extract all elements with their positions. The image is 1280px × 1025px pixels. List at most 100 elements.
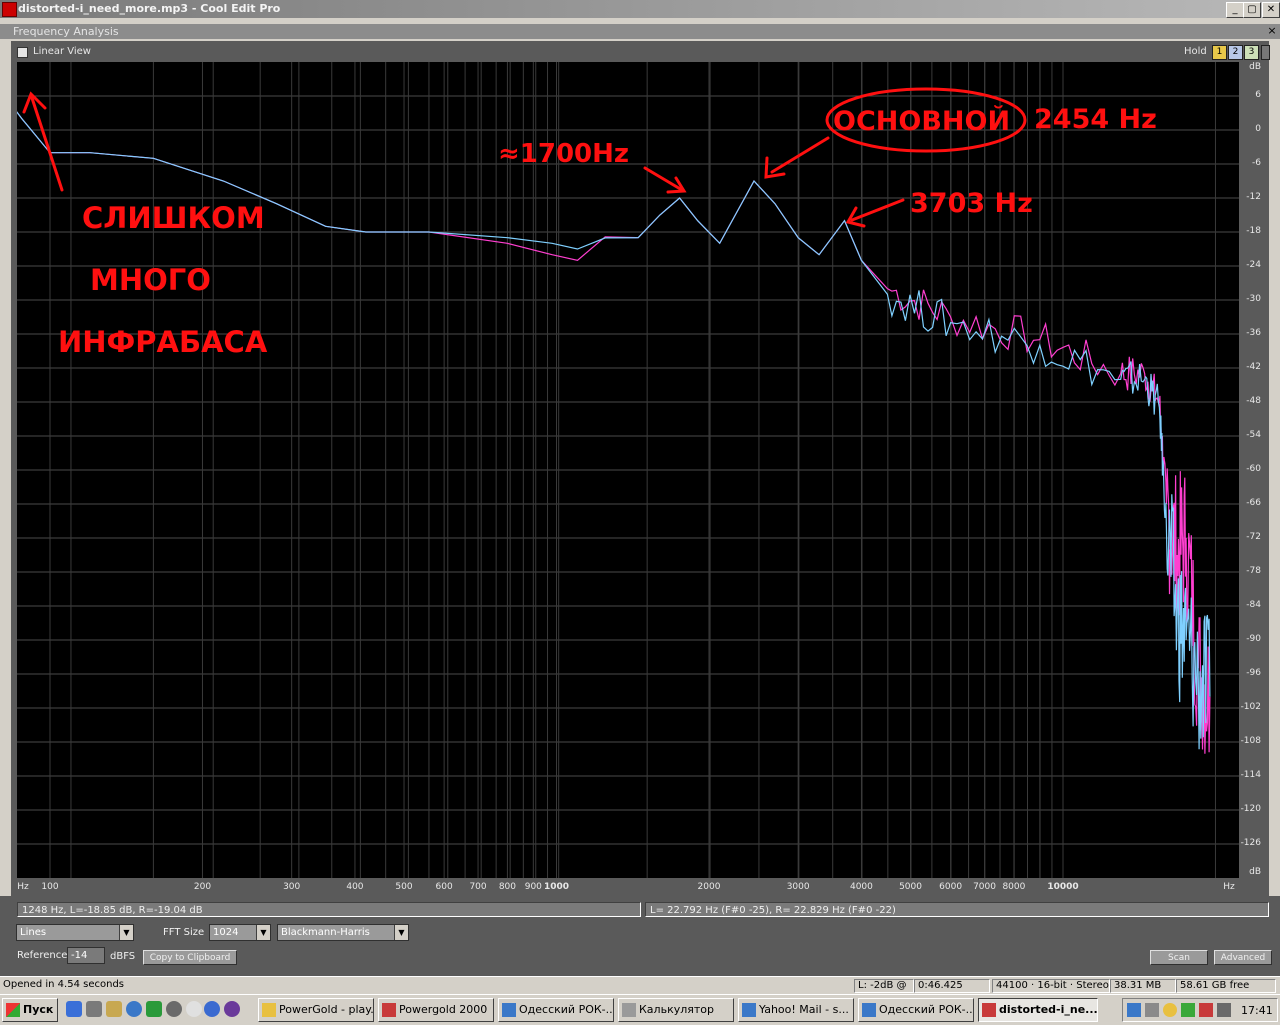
status-format: 44100 · 16-bit · Stereo (992, 979, 1110, 993)
task-powergold-play[interactable]: PowerGold - play... (258, 998, 374, 1022)
quicklaunch-search-icon[interactable] (166, 1001, 182, 1017)
x-tick-label: 300 (283, 882, 301, 892)
x-tick-label: 200 (193, 882, 212, 892)
task-powergold-2000[interactable]: Powergold 2000 (378, 998, 494, 1022)
x-tick-label: 5000 (899, 882, 922, 892)
clock: 17:41 (1241, 1004, 1273, 1017)
x-tick-label: 2000 (697, 882, 721, 892)
system-tray: 17:41 (1122, 998, 1278, 1022)
quicklaunch-clock-icon[interactable] (186, 1001, 202, 1017)
graph-top-strip: Linear View Hold (11, 41, 1269, 62)
status-message: Opened in 4.54 seconds (3, 979, 125, 990)
cool-edit-icon (982, 1003, 996, 1017)
panel-caption: Frequency Analysis (0, 24, 1280, 39)
x-tick-label: 10000 (1047, 882, 1079, 892)
tray-network-icon[interactable] (1127, 1003, 1141, 1017)
start-button[interactable]: Пуск (2, 998, 58, 1022)
tray-app-icon[interactable] (1181, 1003, 1195, 1017)
x-tick-label: 400 (346, 882, 364, 892)
copy-to-clipboard-button[interactable]: Copy to Clipboard (143, 950, 237, 965)
folder-icon (262, 1003, 276, 1017)
scan-button[interactable]: Scan (1150, 950, 1208, 965)
y-tick-label: -78 (1246, 566, 1261, 576)
linear-view-checkbox[interactable] (17, 47, 28, 58)
tray-smiley-icon[interactable] (1163, 1003, 1177, 1017)
hold-1-button[interactable]: 1 (1212, 45, 1227, 60)
quicklaunch-internet-icon[interactable] (224, 1001, 240, 1017)
y-tick-label: -72 (1246, 532, 1261, 542)
tray-volume-icon[interactable] (1145, 1003, 1159, 1017)
y-tick-label: dB (1249, 867, 1261, 877)
window-function-select[interactable]: Blackmann-Harris ▼ (277, 924, 409, 941)
y-tick-label: 6 (1255, 90, 1261, 100)
quicklaunch-browser-icon[interactable] (126, 1001, 142, 1017)
peak-readout: L= 22.792 Hz (F#0 -25), R= 22.829 Hz (F#… (645, 902, 1269, 917)
x-tick-label: Hz (17, 882, 29, 892)
windows-logo-icon (6, 1003, 20, 1017)
taskbar: Пуск PowerGold - play... Powergold 2000 … (0, 994, 1280, 1025)
reference-input[interactable]: -14 (67, 947, 105, 964)
chevron-down-icon[interactable]: ▼ (119, 925, 133, 940)
status-free-space: 58.61 GB free (1176, 979, 1276, 993)
quicklaunch-player-icon[interactable] (204, 1001, 220, 1017)
y-tick-label: -48 (1246, 396, 1261, 406)
chevron-down-icon[interactable]: ▼ (256, 925, 270, 940)
dbfs-label: dBFS (110, 951, 136, 962)
tray-shield-icon[interactable] (1199, 1003, 1213, 1017)
chevron-down-icon[interactable]: ▼ (394, 925, 408, 940)
fft-size-label: FFT Size (163, 927, 205, 938)
task-label: PowerGold - play... (279, 1003, 374, 1016)
x-tick-label: 900 (524, 882, 542, 892)
x-axis: Hz 100 200 300 400 500 600 700 800 900 1000 2000 300… (11, 878, 1269, 896)
maximize-button[interactable]: ▢ (1243, 2, 1261, 18)
spectrum-series-line (17, 111, 1211, 754)
y-tick-label: -102 (1240, 702, 1261, 712)
y-tick-label: -90 (1246, 634, 1261, 644)
minimize-button[interactable]: _ (1226, 2, 1244, 18)
task-label: distorted-i_ne... (999, 1003, 1098, 1016)
y-tick-label: -120 (1240, 804, 1261, 814)
advanced-button[interactable]: Advanced (1214, 950, 1272, 965)
start-label: Пуск (23, 1003, 54, 1016)
hold-3-button[interactable]: 3 (1244, 45, 1259, 60)
spectrum-plot[interactable] (17, 62, 1239, 878)
grid-lines (17, 62, 1239, 878)
x-tick-label: 1000 (543, 882, 570, 892)
task-calculator[interactable]: Калькулятор (618, 998, 734, 1022)
task-label: Одесский РОК-... (879, 1003, 974, 1016)
quicklaunch-app-icon[interactable] (86, 1001, 102, 1017)
task-odessa-rock-2[interactable]: Одесский РОК-... (858, 998, 974, 1022)
x-tick-label: 700 (469, 882, 487, 892)
quicklaunch-desktop-icon[interactable] (66, 1001, 82, 1017)
window-title: distorted-i_need_more.mp3 - Cool Edit Pr… (18, 2, 281, 15)
app-icon[interactable] (2, 2, 17, 17)
y-tick-label: -84 (1246, 600, 1261, 610)
tray-misc-icon[interactable] (1217, 1003, 1231, 1017)
panel-close-icon[interactable]: × (1266, 25, 1278, 37)
cursor-readout: 1248 Hz, L=-18.85 dB, R=-19.04 dB (17, 902, 641, 917)
window-titlebar[interactable]: distorted-i_need_more.mp3 - Cool Edit Pr… (0, 0, 1280, 18)
x-tick-label: 7000 (973, 882, 996, 892)
close-button[interactable]: ✕ (1262, 2, 1280, 18)
spectrum-svg (17, 62, 1239, 878)
hold-scroll[interactable] (1261, 45, 1270, 60)
y-tick-label: -108 (1240, 736, 1261, 746)
hold-2-button[interactable]: 2 (1228, 45, 1243, 60)
x-tick-label: Hz (1223, 882, 1235, 892)
x-tick-label: 6000 (939, 882, 963, 892)
y-tick-label: -54 (1246, 430, 1261, 440)
task-cool-edit-active[interactable]: distorted-i_ne... (978, 998, 1098, 1022)
y-tick-label: -60 (1246, 464, 1261, 474)
y-tick-label: -6 (1252, 158, 1261, 168)
y-tick-label: -36 (1246, 328, 1261, 338)
y-tick-label: -18 (1246, 226, 1261, 236)
browser-icon (742, 1003, 756, 1017)
task-yahoo-mail[interactable]: Yahoo! Mail - s... (738, 998, 854, 1022)
task-odessa-rock-1[interactable]: Одесский РОК-... (498, 998, 614, 1022)
quicklaunch-folder-icon[interactable] (106, 1001, 122, 1017)
status-time: 0:46.425 (914, 979, 990, 993)
quicklaunch-media-icon[interactable] (146, 1001, 162, 1017)
fft-size-select[interactable]: 1024 ▼ (209, 924, 271, 941)
y-tick-label: -114 (1240, 770, 1261, 780)
display-mode-select[interactable]: Lines ▼ (16, 924, 134, 941)
